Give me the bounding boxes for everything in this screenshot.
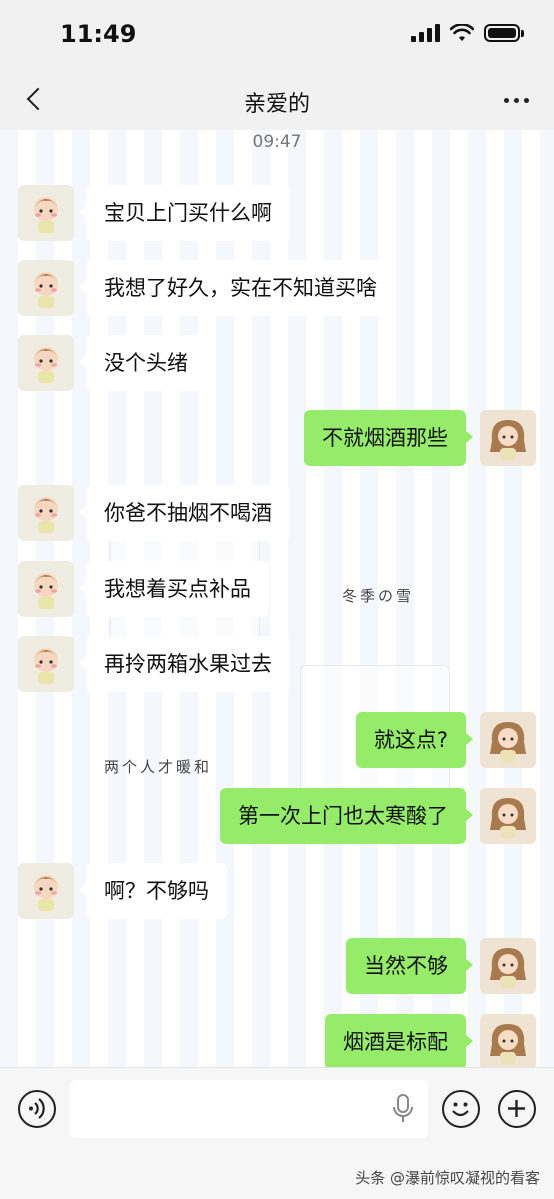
message-row-incoming: 宝贝上门买什么啊 xyxy=(0,185,554,241)
voice-icon[interactable] xyxy=(18,1090,56,1128)
watermark-text: 头条 @瀑前惊叹凝视的看客 xyxy=(355,1169,540,1187)
status-icons xyxy=(411,24,524,42)
message-bubble-incoming[interactable]: 宝贝上门买什么啊 xyxy=(79,185,290,241)
message-row-outgoing: 就这点? xyxy=(0,712,554,768)
message-bubble-incoming[interactable]: 没个头绪 xyxy=(79,335,206,391)
my-avatar[interactable] xyxy=(480,788,536,844)
message-bubble-outgoing[interactable]: 就这点? xyxy=(355,712,474,768)
my-avatar[interactable] xyxy=(480,1014,536,1067)
message-bubble-incoming[interactable]: 我想着买点补品 xyxy=(79,561,269,617)
contact-avatar[interactable] xyxy=(18,185,74,241)
contact-avatar[interactable] xyxy=(18,485,74,541)
signal-icon xyxy=(411,24,440,42)
more-icon[interactable] xyxy=(500,90,532,110)
message-bubble-outgoing[interactable]: 不就烟酒那些 xyxy=(304,410,473,466)
plus-icon[interactable] xyxy=(498,1090,536,1128)
status-bar: 11:49 xyxy=(0,0,554,70)
message-row-outgoing: 第一次上门也太寒酸了 xyxy=(0,788,554,844)
chat-header: 亲爱的 xyxy=(0,70,554,130)
message-row-outgoing: 当然不够 xyxy=(0,938,554,994)
message-bubble-incoming[interactable]: 啊？不够吗 xyxy=(79,863,227,919)
my-avatar[interactable] xyxy=(480,410,536,466)
message-input[interactable] xyxy=(70,1080,428,1138)
input-bar xyxy=(0,1067,554,1149)
message-bubble-incoming[interactable]: 再拎两箱水果过去 xyxy=(79,636,290,692)
message-row-outgoing: 烟酒是标配 xyxy=(0,1014,554,1067)
battery-icon xyxy=(484,24,524,42)
contact-avatar[interactable] xyxy=(18,863,74,919)
message-row-incoming: 我想着买点补品 xyxy=(0,561,554,617)
contact-avatar[interactable] xyxy=(18,561,74,617)
message-row-incoming: 再拎两箱水果过去 xyxy=(0,636,554,692)
message-row-incoming: 啊？不够吗 xyxy=(0,863,554,919)
contact-avatar[interactable] xyxy=(18,335,74,391)
mic-icon[interactable] xyxy=(392,1094,414,1124)
chat-title: 亲爱的 xyxy=(243,92,310,117)
contact-avatar[interactable] xyxy=(18,636,74,692)
status-time: 11:49 xyxy=(60,20,137,48)
my-avatar[interactable] xyxy=(480,938,536,994)
message-row-incoming: 没个头绪 xyxy=(0,335,554,391)
message-timestamp: 09:47 xyxy=(252,132,302,152)
contact-avatar[interactable] xyxy=(18,260,74,316)
message-row-incoming: 你爸不抽烟不喝酒 xyxy=(0,485,554,541)
message-bubble-outgoing[interactable]: 烟酒是标配 xyxy=(325,1014,473,1067)
message-row-outgoing: 不就烟酒那些 xyxy=(0,410,554,466)
message-bubble-outgoing[interactable]: 当然不够 xyxy=(346,938,473,994)
footer: 头条 @瀑前惊叹凝视的看客 xyxy=(0,1149,554,1199)
my-avatar[interactable] xyxy=(480,712,536,768)
emoji-icon[interactable] xyxy=(442,1090,480,1128)
message-row-incoming: 我想了好久，实在不知道买啥 xyxy=(0,260,554,316)
message-bubble-incoming[interactable]: 我想了好久，实在不知道买啥 xyxy=(79,260,395,316)
wifi-icon xyxy=(450,24,474,41)
message-bubble-incoming[interactable]: 你爸不抽烟不喝酒 xyxy=(79,485,290,541)
message-bubble-outgoing[interactable]: 第一次上门也太寒酸了 xyxy=(220,788,473,844)
chat-area[interactable]: 冬季の雪 两个人才暖和 09:47 宝贝上门买什么啊 我想了好久，实在不知道买啥… xyxy=(0,130,554,1067)
